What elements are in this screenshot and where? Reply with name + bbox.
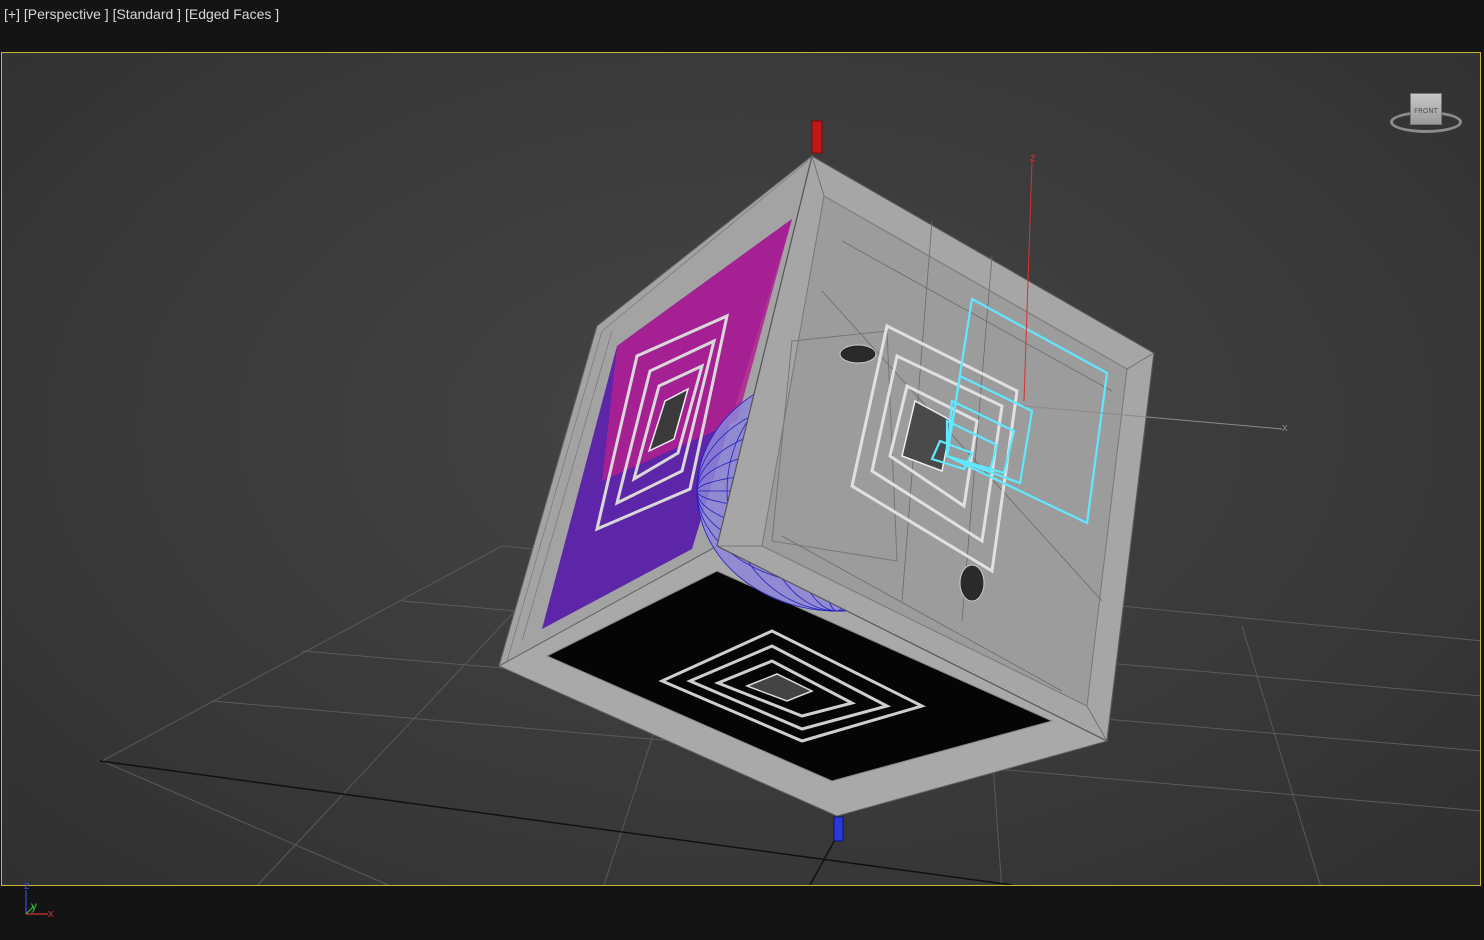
tripod-y-label: y — [31, 899, 37, 913]
viewcube-front-face[interactable]: FRONT — [1410, 93, 1442, 125]
scene-canvas[interactable]: z x — [2, 53, 1480, 885]
viewport-footer — [0, 886, 1484, 940]
shading-mode-button[interactable]: [Standard ] — [113, 6, 182, 22]
bottom-pivot-marker — [833, 816, 844, 842]
viewport-header: [+] [Perspective ] [Standard ] [Edged Fa… — [0, 0, 1484, 52]
world-axis-tripod: z y x — [24, 880, 54, 920]
gizmo-z-label: z — [1030, 152, 1036, 164]
perspective-viewport[interactable]: z x FRONT — [1, 52, 1481, 886]
viewport-menu-button[interactable]: [+] — [4, 6, 20, 22]
tripod-z-label: z — [24, 880, 30, 892]
viewport-label: [+] [Perspective ] [Standard ] [Edged Fa… — [4, 6, 279, 22]
socket-bottom — [959, 564, 985, 602]
edges-mode-button[interactable]: [Edged Faces ] — [185, 6, 279, 22]
tripod-x-label: x — [48, 908, 54, 920]
viewcube[interactable]: FRONT — [1386, 89, 1466, 145]
socket-top — [839, 344, 877, 364]
view-type-button[interactable]: [Perspective ] — [24, 6, 109, 22]
top-pivot-marker — [811, 120, 823, 154]
gizmo-x-label: x — [1282, 422, 1288, 434]
